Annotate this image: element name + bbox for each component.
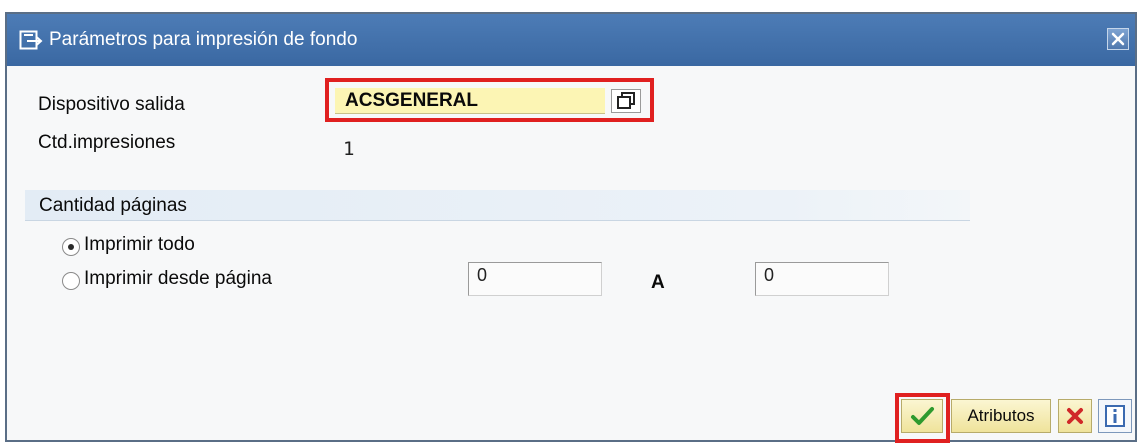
num-copies-value: 1 bbox=[343, 138, 355, 160]
radio-print-all[interactable] bbox=[62, 238, 80, 256]
radio-selected-dot bbox=[68, 244, 74, 250]
print-parameters-dialog: Parámetros para impresión de fondo Dispo… bbox=[5, 12, 1137, 443]
dialog-title: Parámetros para impresión de fondo bbox=[49, 29, 358, 50]
info-button[interactable] bbox=[1098, 399, 1132, 433]
value-help-button[interactable] bbox=[611, 89, 641, 113]
output-device-highlight: ACSGENERAL bbox=[325, 78, 654, 122]
close-button[interactable] bbox=[1107, 28, 1129, 50]
pages-group-title: Cantidad páginas bbox=[39, 195, 187, 216]
info-icon bbox=[1105, 405, 1125, 427]
page-to-input[interactable]: 0 bbox=[755, 262, 889, 296]
attributes-button[interactable]: Atributos bbox=[951, 399, 1051, 433]
page-to-label: A bbox=[651, 272, 665, 293]
radio-print-all-label[interactable]: Imprimir todo bbox=[84, 234, 195, 256]
ok-button[interactable] bbox=[901, 399, 943, 433]
output-device-label: Dispositivo salida bbox=[38, 94, 185, 115]
radio-print-from-page[interactable] bbox=[62, 272, 80, 290]
checkmark-icon bbox=[911, 407, 934, 425]
close-icon bbox=[1111, 32, 1125, 46]
cancel-button[interactable] bbox=[1058, 399, 1092, 433]
output-device-input[interactable]: ACSGENERAL bbox=[335, 88, 605, 114]
cancel-x-icon bbox=[1067, 408, 1083, 424]
dialog-titlebar[interactable]: Parámetros para impresión de fondo bbox=[7, 14, 1135, 66]
pages-group-header: Cantidad páginas bbox=[25, 190, 970, 221]
radio-print-from-page-label[interactable]: Imprimir desde página bbox=[84, 268, 272, 290]
page-from-input[interactable]: 0 bbox=[468, 262, 602, 296]
print-parameters-icon bbox=[19, 29, 45, 51]
value-help-icon bbox=[617, 92, 635, 109]
num-copies-label: Ctd.impresiones bbox=[38, 132, 176, 153]
